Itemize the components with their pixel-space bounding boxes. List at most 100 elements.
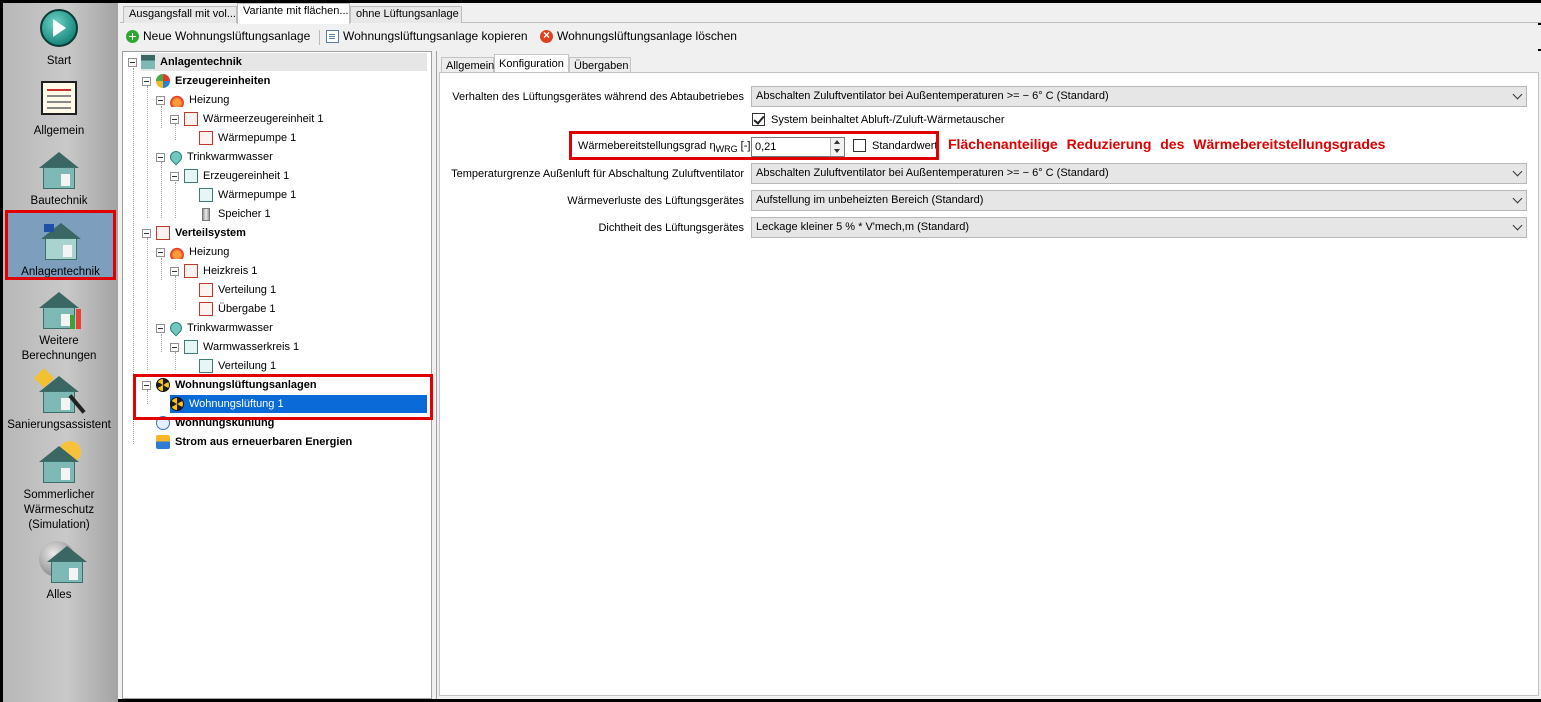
- heat-loss-select[interactable]: Aufstellung im unbeheizten Bereich (Stan…: [751, 190, 1527, 211]
- heat-generator-icon: [184, 112, 198, 126]
- tree-node-erzeugereinheiten[interactable]: Erzeugereinheiten: [156, 72, 270, 90]
- tree-label: Erzeugereinheit 1: [203, 170, 290, 182]
- wrg-grad-input[interactable]: 0,21: [751, 137, 845, 157]
- app-window: Start Allgemein Bautechnik Anlagentechni…: [0, 0, 1541, 702]
- spinner-buttons[interactable]: [830, 138, 844, 156]
- fan-icon: [156, 378, 170, 392]
- tree-node-trinkwarmwasser-verteilung[interactable]: Trinkwarmwasser: [167, 319, 273, 337]
- heat-exchanger-checkbox[interactable]: [752, 113, 765, 126]
- nav-label: Start: [46, 55, 72, 67]
- tab-ohne-lueftungsanlage[interactable]: ohne Lüftungsanlage: [350, 6, 462, 23]
- nav-weitere-berechnungen[interactable]: Weitere Berechnungen: [3, 287, 115, 364]
- nav-allgemein[interactable]: Allgemein: [3, 77, 115, 139]
- nav-anlagentechnik[interactable]: Anlagentechnik: [5, 210, 116, 280]
- tree-label: Wärmepumpe 1: [218, 132, 297, 144]
- tightness-select[interactable]: Leckage kleiner 5 % * V'mech,m (Standard…: [751, 217, 1527, 238]
- house-sun-icon: [37, 441, 81, 485]
- wrg-grad-value: 0,21: [755, 141, 777, 153]
- heat-pump-icon: [199, 188, 213, 202]
- heat-loss-label: Wärmeverluste des Lüftungsgerätes: [567, 195, 744, 207]
- navigation-bar: Start Allgemein Bautechnik Anlagentechni…: [3, 3, 118, 702]
- tree-node-erzeugereinheit[interactable]: Erzeugereinheit 1: [184, 167, 289, 185]
- tab-variante[interactable]: Variante mit flächen...: [237, 3, 350, 24]
- tree-node-heizkreis[interactable]: Heizkreis 1: [184, 262, 257, 280]
- tree-node-uebergabe[interactable]: Übergabe 1: [199, 300, 276, 318]
- spin-down-icon: [834, 149, 840, 153]
- nav-sanierungsassistent[interactable]: Sanierungsassistent: [3, 368, 115, 433]
- chevron-down-icon: [1512, 89, 1523, 100]
- distribution-pipe-icon: [199, 359, 213, 373]
- tree-node-waermepumpe[interactable]: Wärmepumpe 1: [199, 129, 296, 147]
- nav-label: Weitere Berechnungen: [21, 335, 97, 362]
- nav-start[interactable]: Start: [3, 7, 115, 69]
- notebook-icon: [37, 77, 81, 121]
- temperature-label: Temperaturgrenze Außenluft für Abschaltu…: [451, 168, 744, 180]
- collapse-toggle[interactable]: [170, 267, 179, 276]
- nav-alles[interactable]: Alles: [3, 541, 115, 603]
- heat-exchanger-label: System beinhaltet Abluft-/Zuluft-Wärmeta…: [771, 114, 1005, 126]
- collapse-toggle[interactable]: [170, 343, 179, 352]
- tree-node-anlagentechnik[interactable]: Anlagentechnik: [141, 53, 427, 71]
- chevron-down-icon: [1512, 220, 1523, 231]
- copy-ventilation-button[interactable]: Wohnungslüftungsanlage kopieren: [326, 29, 528, 43]
- delete-icon: [540, 28, 553, 43]
- tree-label: Verteilung 1: [218, 284, 277, 296]
- tree-connector: [161, 106, 162, 128]
- tree-label: Wohnungskühlung: [175, 417, 275, 429]
- nav-sommerlicher-waermeschutz[interactable]: Sommerlicher Wärmeschutz (Simulation): [3, 441, 115, 533]
- tree-connector: [161, 334, 162, 352]
- new-ventilation-button[interactable]: Neue Wohnungslüftungsanlage: [126, 29, 310, 43]
- collapse-toggle[interactable]: [128, 58, 137, 67]
- standardwert-checkbox[interactable]: [853, 139, 866, 152]
- tree-node-verteilsystem[interactable]: Verteilsystem: [156, 224, 246, 242]
- tree-connector: [147, 86, 148, 218]
- temperature-select[interactable]: Abschalten Zuluftventilator bei Außentem…: [751, 163, 1527, 184]
- tree-node-speicher[interactable]: Speicher 1: [199, 205, 271, 223]
- collapse-toggle[interactable]: [142, 381, 151, 390]
- tree-label: Heizung: [189, 94, 230, 106]
- tree-node-wohnungslueftungsanlagen[interactable]: Wohnungslüftungsanlagen: [156, 376, 317, 394]
- tree-node-warmwasserkreis[interactable]: Warmwasserkreis 1: [184, 338, 299, 356]
- nav-bautechnik[interactable]: Bautechnik: [3, 147, 115, 209]
- tree-node-verteilung-ww[interactable]: Verteilung 1: [199, 357, 276, 375]
- collapse-toggle[interactable]: [156, 324, 165, 333]
- tree-connector: [175, 352, 176, 370]
- tree-node-trinkwarmwasser[interactable]: Trinkwarmwasser: [167, 148, 273, 166]
- collapse-toggle[interactable]: [156, 153, 165, 162]
- collapse-toggle[interactable]: [142, 229, 151, 238]
- new-ventilation-label: Neue Wohnungslüftungsanlage: [143, 29, 311, 43]
- heating-circuit-icon: [184, 264, 198, 278]
- tree-node-wohnungskuehlung[interactable]: Wohnungskühlung: [156, 414, 274, 432]
- storage-tank-icon: [202, 207, 210, 221]
- collapse-toggle[interactable]: [170, 172, 179, 181]
- tree-node-waermeerzeugereinheit[interactable]: Wärmeerzeugereinheit 1: [184, 110, 323, 128]
- collapse-toggle[interactable]: [142, 77, 151, 86]
- globe-house-icon: [37, 541, 87, 585]
- system-tree: Anlagentechnik Erzeugereinheiten Heizung…: [122, 51, 432, 699]
- tree-label: Heizung: [189, 246, 230, 258]
- tree-node-heizung[interactable]: Heizung: [170, 91, 229, 109]
- heat-pump-icon: [199, 131, 213, 145]
- tree-connector: [133, 68, 134, 444]
- tree-node-waermepumpe-ww[interactable]: Wärmepumpe 1: [199, 186, 296, 204]
- tab-ausgangsfall[interactable]: Ausgangsfall mit vol...: [123, 6, 237, 23]
- wrg-grad-text: Wärmebereitstellungsgrad η: [578, 140, 716, 152]
- tree-node-wohnungslueftung-1[interactable]: Wohnungslüftung 1: [170, 395, 427, 413]
- toolbar: Neue Wohnungslüftungsanlage Wohnungslüft…: [120, 25, 1541, 49]
- abtau-select[interactable]: Abschalten Zuluftventilator bei Außentem…: [751, 86, 1527, 107]
- collapse-toggle[interactable]: [170, 115, 179, 124]
- nav-label: Allgemein: [33, 125, 85, 137]
- chevron-down-icon: [1512, 166, 1523, 177]
- tree-label: Anlagentechnik: [160, 56, 242, 68]
- tree-connector: [161, 162, 162, 218]
- tree-node-strom-erneuerbar[interactable]: Strom aus erneuerbaren Energien: [156, 433, 352, 451]
- tightness-value: Leckage kleiner 5 % * V'mech,m (Standard…: [756, 221, 970, 233]
- wrg-grad-subscript: WRG: [715, 144, 738, 155]
- tree-node-verteilung[interactable]: Verteilung 1: [199, 281, 276, 299]
- collapse-toggle[interactable]: [156, 248, 165, 257]
- distribution-pipe-icon: [199, 283, 213, 297]
- tree-node-heizung-verteilung[interactable]: Heizung: [170, 243, 229, 261]
- delete-ventilation-button[interactable]: Wohnungslüftungsanlage löschen: [540, 28, 737, 43]
- abtau-value: Abschalten Zuluftventilator bei Außentem…: [756, 90, 1109, 102]
- collapse-toggle[interactable]: [156, 96, 165, 105]
